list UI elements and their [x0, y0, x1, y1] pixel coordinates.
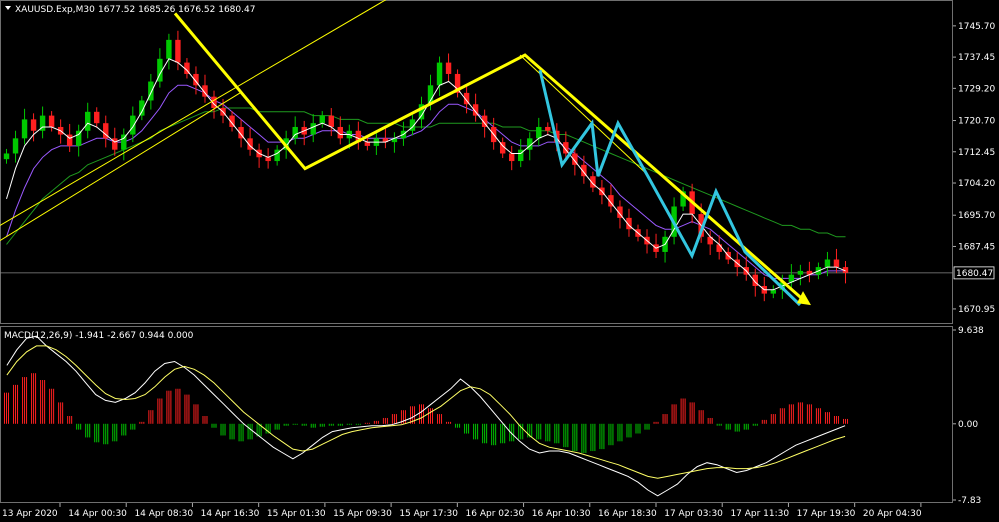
candle-body	[833, 259, 840, 268]
price-tick-label: 1704.20	[958, 179, 995, 189]
price-tick-label: 1712.45	[958, 148, 995, 158]
ohlc-label: 1677.52 1685.26 1676.52 1680.47	[98, 5, 255, 15]
time-tick-label: 15 Apr 09:30	[333, 509, 392, 519]
price-tick-label: 1737.45	[958, 53, 995, 63]
candle-body	[328, 115, 334, 127]
time-tick-label: 17 Apr 03:30	[664, 509, 723, 519]
time-tick-label: 14 Apr 00:30	[68, 509, 127, 519]
candle-body	[508, 153, 515, 162]
macd-tick-label: 0.00	[958, 420, 978, 430]
candle-body	[12, 138, 19, 154]
price-tick-label: 1729.20	[958, 84, 995, 94]
candle-body	[265, 157, 271, 162]
time-tick-label: 20 Apr 04:30	[863, 509, 922, 519]
macd-tick-label: 9.638	[958, 326, 984, 336]
time-tick-label: 14 Apr 08:30	[134, 509, 193, 519]
candle-body	[84, 111, 91, 131]
price-tick-label: 1720.70	[958, 117, 995, 127]
candle-body	[797, 270, 804, 275]
time-tick-label: 15 Apr 01:30	[267, 509, 326, 519]
candle-body	[824, 259, 831, 268]
time-tick-label: 16 Apr 10:30	[532, 509, 591, 519]
candle-body	[166, 39, 172, 59]
candle-body	[545, 126, 551, 131]
candle-body	[310, 123, 316, 135]
trading-chart[interactable]: 1745.70 1737.45 1729.20 1720.70 1712.45 1704.…	[0, 0, 999, 522]
candle-body	[3, 153, 10, 160]
candle-body	[364, 142, 371, 146]
time-tick-label: 17 Apr 11:30	[730, 509, 789, 519]
price-tick-label: 1687.45	[958, 242, 995, 252]
candle-body	[319, 115, 325, 124]
time-tick-label: 17 Apr 19:30	[797, 509, 856, 519]
candle-body	[436, 62, 443, 86]
time-tick-label: 14 Apr 16:30	[201, 509, 260, 519]
time-tick-label: 15 Apr 17:30	[399, 509, 458, 519]
candle-body	[770, 289, 777, 294]
candle-body	[130, 115, 136, 135]
price-tick-label: 1670.95	[958, 305, 995, 315]
time-tick-label: 13 Apr 2020	[2, 509, 58, 519]
time-tick-label: 16 Apr 02:30	[466, 509, 525, 519]
macd-header-label: MACD(12,26,9) -1.941 -2.667 0.944 0.000	[4, 331, 194, 341]
candle-body	[48, 115, 55, 127]
price-tick-label: 1745.70	[958, 22, 995, 32]
macd-tick-label: -7.83	[958, 496, 981, 506]
current-price-label: 1680.47	[956, 269, 993, 279]
symbol-label: XAUUSD.Exp,M30	[15, 5, 95, 15]
candle-body	[21, 119, 28, 139]
time-tick-label: 16 Apr 18:30	[598, 509, 657, 519]
main-header: XAUUSD.Exp,M30 1677.52 1685.26 1676.52 1…	[5, 5, 255, 15]
candle-body	[30, 119, 37, 131]
candle-body	[716, 244, 722, 252]
candle-body	[175, 39, 181, 63]
candle-body	[536, 126, 542, 139]
candle-body	[94, 111, 100, 124]
candle-body	[445, 62, 452, 74]
price-tick-label: 1695.70	[958, 211, 995, 221]
candle-body	[75, 130, 82, 146]
chart-background	[0, 0, 999, 522]
candle-body	[121, 134, 127, 150]
